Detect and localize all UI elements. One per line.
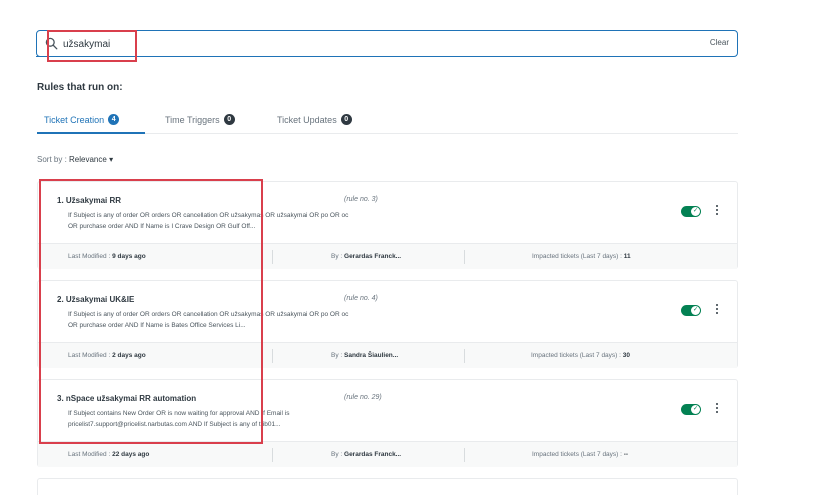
modified-by: By : Gerardas Franck... (331, 253, 402, 260)
tab-count-badge: 4 (108, 114, 120, 125)
check-icon: ✓ (692, 208, 698, 214)
tab-count-badge: 0 (223, 114, 235, 125)
sort-dropdown[interactable]: Relevance ▾ (69, 155, 113, 164)
highlight-box-search (47, 30, 137, 62)
sort-label: Sort by : (37, 155, 67, 164)
more-options-icon[interactable] (714, 303, 720, 317)
impacted-tickets: Impacted tickets (Last 7 days) : -- (532, 451, 629, 458)
rules-heading: Rules that run on: (37, 82, 123, 93)
rule-number: (rule no. 29) (344, 394, 382, 401)
rule-card-partial[interactable] (37, 478, 738, 495)
sort-value: Relevance (69, 155, 107, 164)
modified-by: By : Sandra Šiaulien... (331, 352, 399, 359)
check-icon: ✓ (692, 307, 698, 313)
last-modified: Last Modified : 22 days ago (68, 451, 150, 458)
rule-card-footer: Last Modified : 22 days ago By : Gerarda… (38, 441, 737, 467)
highlight-box-rule-titles (39, 179, 263, 444)
rule-enabled-toggle[interactable]: ✓ (681, 206, 701, 217)
sort-control: Sort by : Relevance ▾ (37, 155, 113, 164)
search-box[interactable]: Clear (36, 30, 738, 57)
more-options-icon[interactable] (714, 204, 720, 218)
tab-label: Ticket Creation (44, 114, 105, 125)
impacted-tickets: Impacted tickets (Last 7 days) : 30 (531, 352, 630, 359)
active-tab-indicator (37, 132, 145, 134)
rule-enabled-toggle[interactable]: ✓ (681, 305, 701, 316)
check-icon: ✓ (692, 406, 698, 412)
chevron-down-icon: ▾ (109, 155, 114, 164)
tabs-bar: Ticket Creation 4 Time Triggers 0 Ticket… (37, 109, 738, 134)
tab-ticket-updates[interactable]: Ticket Updates 0 (277, 114, 352, 125)
rule-number: (rule no. 3) (344, 196, 378, 203)
more-options-icon[interactable] (714, 402, 720, 416)
tab-label: Time Triggers (165, 114, 220, 125)
search-input[interactable] (63, 35, 603, 53)
tab-label: Ticket Updates (277, 114, 337, 125)
impacted-tickets: Impacted tickets (Last 7 days) : 11 (532, 253, 631, 260)
tab-time-triggers[interactable]: Time Triggers 0 (165, 114, 235, 125)
rule-enabled-toggle[interactable]: ✓ (681, 404, 701, 415)
clear-button[interactable]: Clear (710, 38, 729, 47)
rule-number: (rule no. 4) (344, 295, 378, 302)
tab-ticket-creation[interactable]: Ticket Creation 4 (44, 114, 120, 125)
tab-count-badge: 0 (340, 114, 352, 125)
modified-by: By : Gerardas Franck... (331, 451, 402, 458)
